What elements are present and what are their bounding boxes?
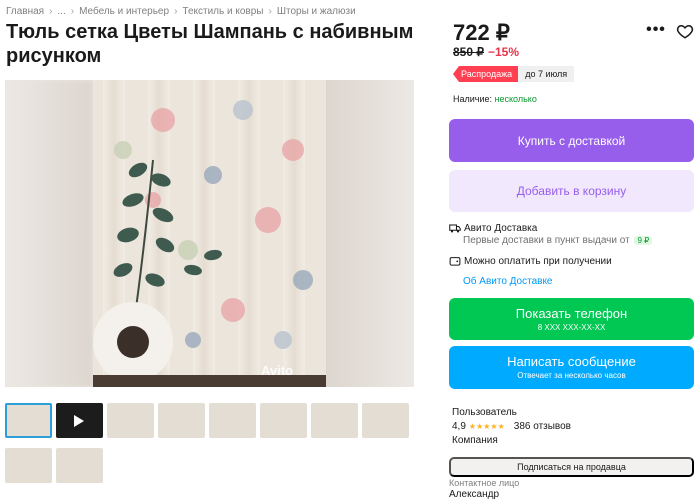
sale-until: до 7 июля bbox=[518, 66, 575, 82]
breadcrumb-ellipsis[interactable]: ... bbox=[57, 6, 65, 17]
delivery-note: Первые доставки в пункт выдачи от 9 ₽ bbox=[463, 235, 653, 246]
seller-role: Пользователь bbox=[452, 407, 517, 418]
pay-label: Можно оплатить при получении bbox=[464, 255, 612, 267]
heart-icon[interactable] bbox=[676, 22, 694, 40]
thumbnail[interactable] bbox=[362, 403, 409, 438]
thumbnail[interactable] bbox=[56, 448, 103, 483]
breadcrumb-home[interactable]: Главная bbox=[6, 6, 44, 17]
breadcrumb-textile[interactable]: Текстиль и ковры bbox=[182, 6, 263, 17]
breadcrumb-furniture[interactable]: Мебель и интерьер bbox=[79, 6, 169, 17]
subscribe-seller-button[interactable]: Подписаться на продавца bbox=[449, 457, 694, 477]
more-dots-icon[interactable]: ••• bbox=[646, 21, 665, 38]
discount-percent: −15% bbox=[488, 45, 520, 59]
breadcrumb-separator: › bbox=[70, 6, 75, 17]
show-phone-button[interactable]: Показать телефон 8 XXX XXX-XX-XX bbox=[449, 298, 694, 340]
buy-label: Купить с доставкой bbox=[517, 133, 626, 148]
thumbnail-video[interactable] bbox=[56, 403, 103, 438]
write-message-button[interactable]: Написать сообщение Отвечает за несколько… bbox=[449, 346, 694, 389]
about-delivery-link[interactable]: Об Авито Доставке bbox=[463, 276, 553, 287]
message-label: Написать сообщение bbox=[507, 354, 636, 369]
seller-type: Компания bbox=[452, 435, 498, 446]
curtain-illustration bbox=[93, 80, 326, 387]
add-to-cart-button[interactable]: Добавить в корзину bbox=[449, 170, 694, 212]
delivery-note-text: Первые доставки в пункт выдачи от bbox=[463, 235, 630, 246]
reviews-link[interactable]: 386 отзывов bbox=[514, 420, 571, 434]
thumbnail[interactable] bbox=[5, 448, 52, 483]
listing-actions: ••• bbox=[646, 21, 694, 40]
delivery-title: Авито Доставка bbox=[464, 222, 538, 234]
thumbnail[interactable] bbox=[209, 403, 256, 438]
main-photo[interactable]: Avito bbox=[5, 80, 414, 387]
response-time: Отвечает за несколько часов bbox=[517, 371, 626, 380]
truck-icon bbox=[449, 224, 461, 233]
photo-scene bbox=[93, 80, 326, 387]
delivery-price-tag: 9 ₽ bbox=[634, 236, 653, 245]
breadcrumb-curtains[interactable]: Шторы и жалюзи bbox=[277, 6, 356, 17]
stock-value: несколько bbox=[494, 94, 537, 104]
photo-blur-right bbox=[326, 80, 414, 387]
breadcrumb: Главная ›... › Мебель и интерьер › Текстиль и… bbox=[6, 6, 356, 17]
seller-rating: 4,9 ★★★★★ 386 отзывов bbox=[452, 420, 571, 434]
page-title: Тюль сетка Цветы Шампань с набивным рису… bbox=[6, 21, 414, 67]
thumbnail[interactable] bbox=[5, 403, 52, 438]
rating-stars-icon: ★★★★★ bbox=[468, 422, 505, 431]
breadcrumb-separator: › bbox=[49, 6, 53, 17]
old-price: 850 ₽ bbox=[453, 45, 484, 59]
current-price: 722 ₽ bbox=[453, 20, 510, 45]
subscribe-label: Подписаться на продавца bbox=[517, 462, 626, 472]
stock-label: Наличие: bbox=[453, 94, 493, 104]
seller-info: Пользователь 4,9 ★★★★★ 386 отзывов Компа… bbox=[452, 406, 571, 448]
avito-watermark: Avito bbox=[261, 363, 294, 378]
delivery-info: Авито Доставка Первые доставки в пункт в… bbox=[449, 221, 694, 246]
phone-label: Показать телефон bbox=[515, 305, 628, 321]
wallet-icon bbox=[449, 257, 461, 266]
cart-label: Добавить в корзину bbox=[516, 184, 627, 198]
rating-value: 4,9 bbox=[452, 421, 466, 432]
contact-person: Контактное лицо Александр bbox=[449, 478, 519, 500]
photo-blur-left bbox=[5, 80, 93, 387]
thumbnail[interactable] bbox=[107, 403, 154, 438]
phone-masked: 8 XXX XXX-XX-XX bbox=[537, 322, 606, 332]
sale-badge: Распродажа до 7 июля bbox=[453, 66, 575, 82]
pay-on-receipt: Можно оплатить при получении bbox=[449, 255, 612, 267]
play-icon bbox=[74, 415, 84, 427]
stock-status: Наличие: несколько bbox=[453, 94, 537, 104]
breadcrumb-separator: › bbox=[174, 6, 178, 17]
buy-with-delivery-button[interactable]: Купить с доставкой bbox=[449, 119, 694, 162]
thumbnail[interactable] bbox=[311, 403, 358, 438]
sale-label: Распродажа bbox=[453, 66, 519, 82]
vase-shape bbox=[93, 302, 173, 382]
thumbnail[interactable] bbox=[260, 403, 307, 438]
breadcrumb-separator: › bbox=[268, 6, 272, 17]
contact-label: Контактное лицо bbox=[449, 478, 520, 488]
old-price-row: 850 ₽ −15% bbox=[453, 45, 519, 59]
contact-name: Александр bbox=[449, 489, 500, 500]
thumbnail[interactable] bbox=[158, 403, 205, 438]
